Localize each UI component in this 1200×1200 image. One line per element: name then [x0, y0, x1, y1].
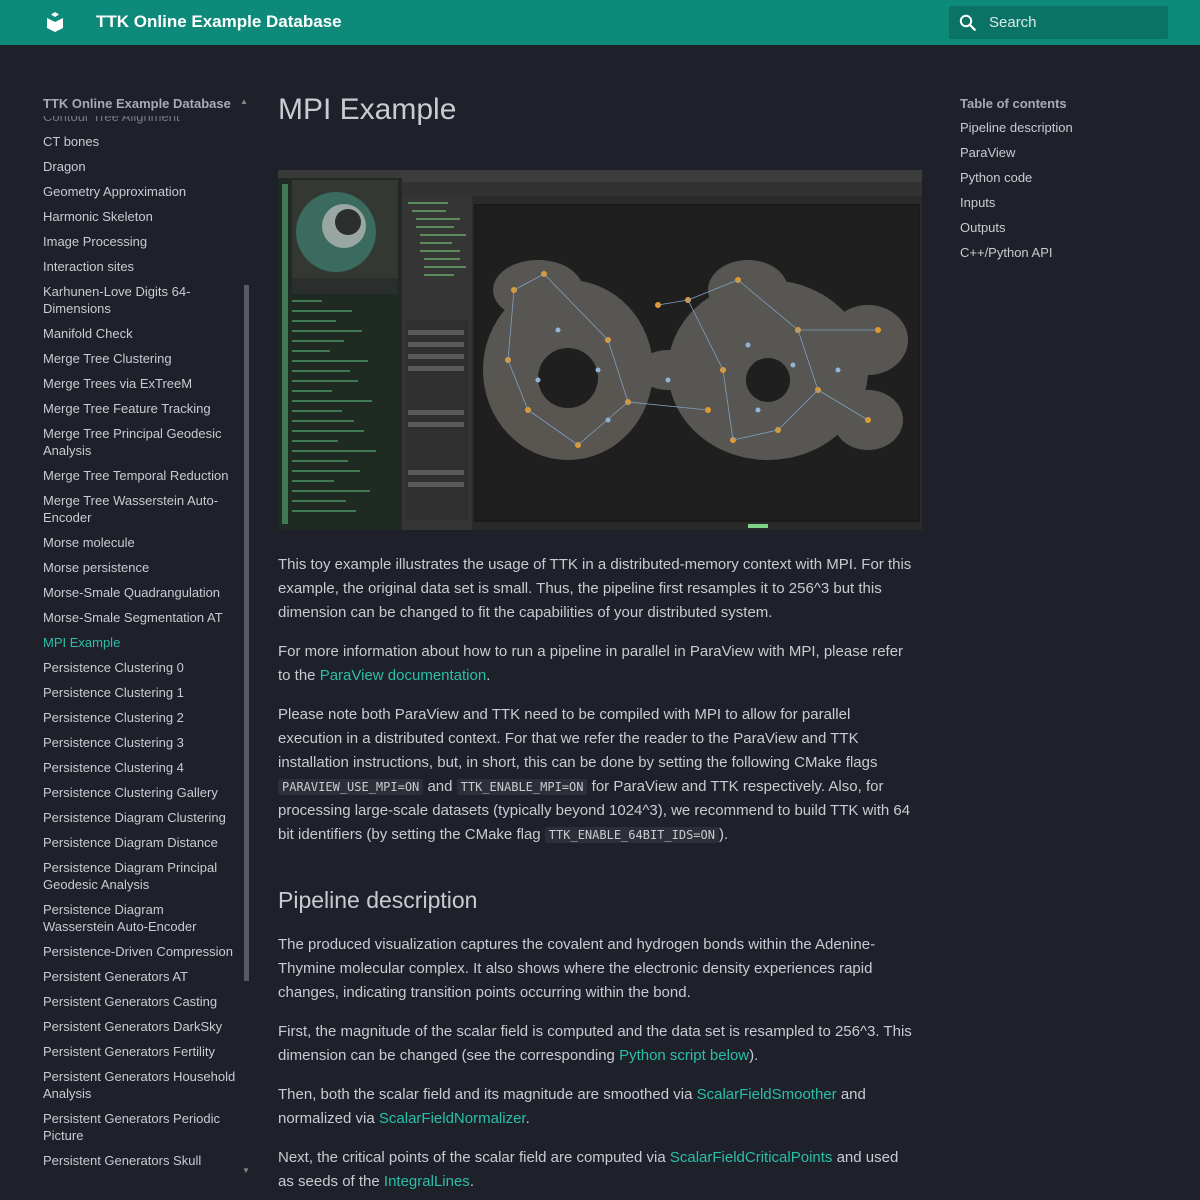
sidebar-item[interactable]: Morse-Smale Segmentation AT [43, 605, 238, 630]
code-ttk-enable-64bit-ids: TTK_ENABLE_64BIT_IDS=ON [544, 827, 719, 843]
text: Please note both ParaView and TTK need t… [278, 706, 878, 771]
scalar-field-critical-points-link[interactable]: ScalarFieldCriticalPoints [670, 1149, 833, 1166]
text: Then, both the scalar field and its magn… [278, 1086, 697, 1103]
text: ). [718, 826, 729, 843]
sidebar-item[interactable]: MPI Example [43, 630, 238, 655]
sidebar-item[interactable]: Persistence Clustering 3 [43, 730, 238, 755]
sidebar-item[interactable]: Persistence Diagram Principal Geodesic A… [43, 855, 238, 897]
code-paraview-use-mpi: PARAVIEW_USE_MPI=ON [278, 779, 424, 795]
toc-title: Table of contents [960, 96, 1067, 111]
site-title[interactable]: TTK Online Example Database [96, 12, 342, 32]
sidebar-item[interactable]: Persistence Clustering 2 [43, 705, 238, 730]
integral-lines-link[interactable]: IntegralLines [384, 1173, 470, 1190]
sidebar-item[interactable]: Persistence Clustering 4 [43, 755, 238, 780]
scroll-down-arrow-icon[interactable]: ▼ [242, 1166, 250, 1175]
sidebar-item[interactable]: Persistence Diagram Wasserstein Auto-Enc… [43, 897, 238, 939]
sidebar-item[interactable]: Manifold Check [43, 321, 238, 346]
paragraph-visualization: The produced visualization captures the … [278, 936, 876, 1001]
paragraph-resampling: First, the magnitude of the scalar field… [278, 1020, 918, 1068]
search-icon [959, 14, 977, 32]
ttk-logo-icon[interactable] [44, 11, 66, 33]
sidebar-list: Contour Tree Alignment CT bones Dragon Geom… [43, 104, 238, 1173]
sidebar-item[interactable]: Persistent Generators Casting [43, 989, 238, 1014]
toc-item[interactable]: Outputs [960, 215, 1168, 240]
paragraph-compile-mpi: Please note both ParaView and TTK need t… [278, 703, 918, 847]
text: . [486, 667, 491, 684]
sidebar-item[interactable]: CT bones [43, 129, 238, 154]
sidebar-item[interactable]: Karhunen-Love Digits 64-Dimensions [43, 279, 238, 321]
paragraph-mpi-docs: For more information about how to run a … [278, 640, 918, 688]
python-script-link[interactable]: Python script below [619, 1047, 749, 1064]
paragraph-smoothing: Then, both the scalar field and its magn… [278, 1083, 918, 1131]
sidebar-item[interactable]: Image Processing [43, 229, 238, 254]
sidebar-item[interactable]: Persistence Clustering Gallery [43, 780, 238, 805]
text: Next, the critical points of the scalar … [278, 1149, 670, 1166]
toc-item[interactable]: Inputs [960, 190, 1168, 215]
text: . [525, 1110, 530, 1127]
sidebar-item[interactable]: Geometry Approximation [43, 179, 238, 204]
sidebar-item[interactable]: Persistent Generators Skull [43, 1148, 238, 1173]
sidebar-scrollbar[interactable] [244, 285, 249, 981]
scalar-field-normalizer-link[interactable]: ScalarFieldNormalizer [379, 1110, 526, 1127]
sidebar-item[interactable]: Persistent Generators Household Analysis [43, 1064, 238, 1106]
paragraph-critical-points: Next, the critical points of the scalar … [278, 1146, 918, 1194]
table-of-contents: Table of contents Pipeline description Pa… [960, 93, 1168, 265]
paraview-documentation-link[interactable]: ParaView documentation [320, 667, 487, 684]
toc-item[interactable]: Pipeline description [960, 115, 1168, 140]
scroll-up-arrow-icon[interactable]: ▲ [240, 97, 248, 106]
sidebar-item[interactable]: Morse-Smale Quadrangulation [43, 580, 238, 605]
sidebar-item[interactable]: Morse persistence [43, 555, 238, 580]
sidebar-item[interactable]: Merge Tree Temporal Reduction [43, 463, 238, 488]
page-title: MPI Example [278, 93, 457, 126]
sidebar-item[interactable]: Merge Trees via ExTreeM [43, 371, 238, 396]
sidebar-item[interactable]: Merge Tree Feature Tracking [43, 396, 238, 421]
toc-item[interactable]: C++/Python API [960, 240, 1168, 265]
search-input[interactable] [989, 6, 1159, 39]
sidebar-item[interactable]: Persistence-Driven Compression [43, 939, 238, 964]
sidebar-item[interactable]: Harmonic Skeleton [43, 204, 238, 229]
sidebar-item[interactable]: Persistence Clustering 1 [43, 680, 238, 705]
intro-paragraph: This toy example illustrates the usage o… [278, 556, 912, 621]
sidebar-item[interactable]: Persistence Clustering 0 [43, 655, 238, 680]
code-ttk-enable-mpi: TTK_ENABLE_MPI=ON [456, 779, 588, 795]
text: and [423, 778, 457, 795]
toc-item[interactable]: ParaView [960, 140, 1168, 165]
sidebar-item[interactable]: Persistent Generators Fertility [43, 1039, 238, 1064]
sidebar-item[interactable]: Persistence Diagram Distance [43, 830, 238, 855]
sidebar-nav: Contour Tree Alignment CT bones Dragon Geom… [43, 93, 253, 1185]
sidebar-item[interactable]: Merge Tree Principal Geodesic Analysis [43, 421, 238, 463]
sidebar-item[interactable]: Persistent Generators AT [43, 964, 238, 989]
toc-list: Pipeline description ParaView Python code I… [960, 115, 1168, 265]
scalar-field-smoother-link[interactable]: ScalarFieldSmoother [697, 1086, 837, 1103]
text: . [469, 1173, 474, 1190]
toc-item[interactable]: Python code [960, 165, 1168, 190]
sidebar-item[interactable]: Merge Tree Clustering [43, 346, 238, 371]
sidebar-item[interactable]: Interaction sites [43, 254, 238, 279]
sidebar-title: TTK Online Example Database [43, 96, 233, 116]
text: First, the magnitude of the scalar field… [278, 1023, 912, 1064]
sidebar-item[interactable]: Dragon [43, 154, 238, 179]
text: ). [749, 1047, 759, 1064]
sidebar-item[interactable]: Merge Tree Wasserstein Auto-Encoder [43, 488, 238, 530]
sidebar-item[interactable]: Morse molecule [43, 530, 238, 555]
sidebar-item[interactable]: Persistent Generators Periodic Picture [43, 1106, 238, 1148]
paraview-screenshot [278, 170, 922, 530]
section-heading-pipeline-description: Pipeline description [278, 887, 478, 913]
search-box[interactable] [949, 6, 1168, 39]
sidebar-item[interactable]: Persistence Diagram Clustering [43, 805, 238, 830]
top-app-bar: TTK Online Example Database [0, 0, 1200, 45]
sidebar-item[interactable]: Persistent Generators DarkSky [43, 1014, 238, 1039]
